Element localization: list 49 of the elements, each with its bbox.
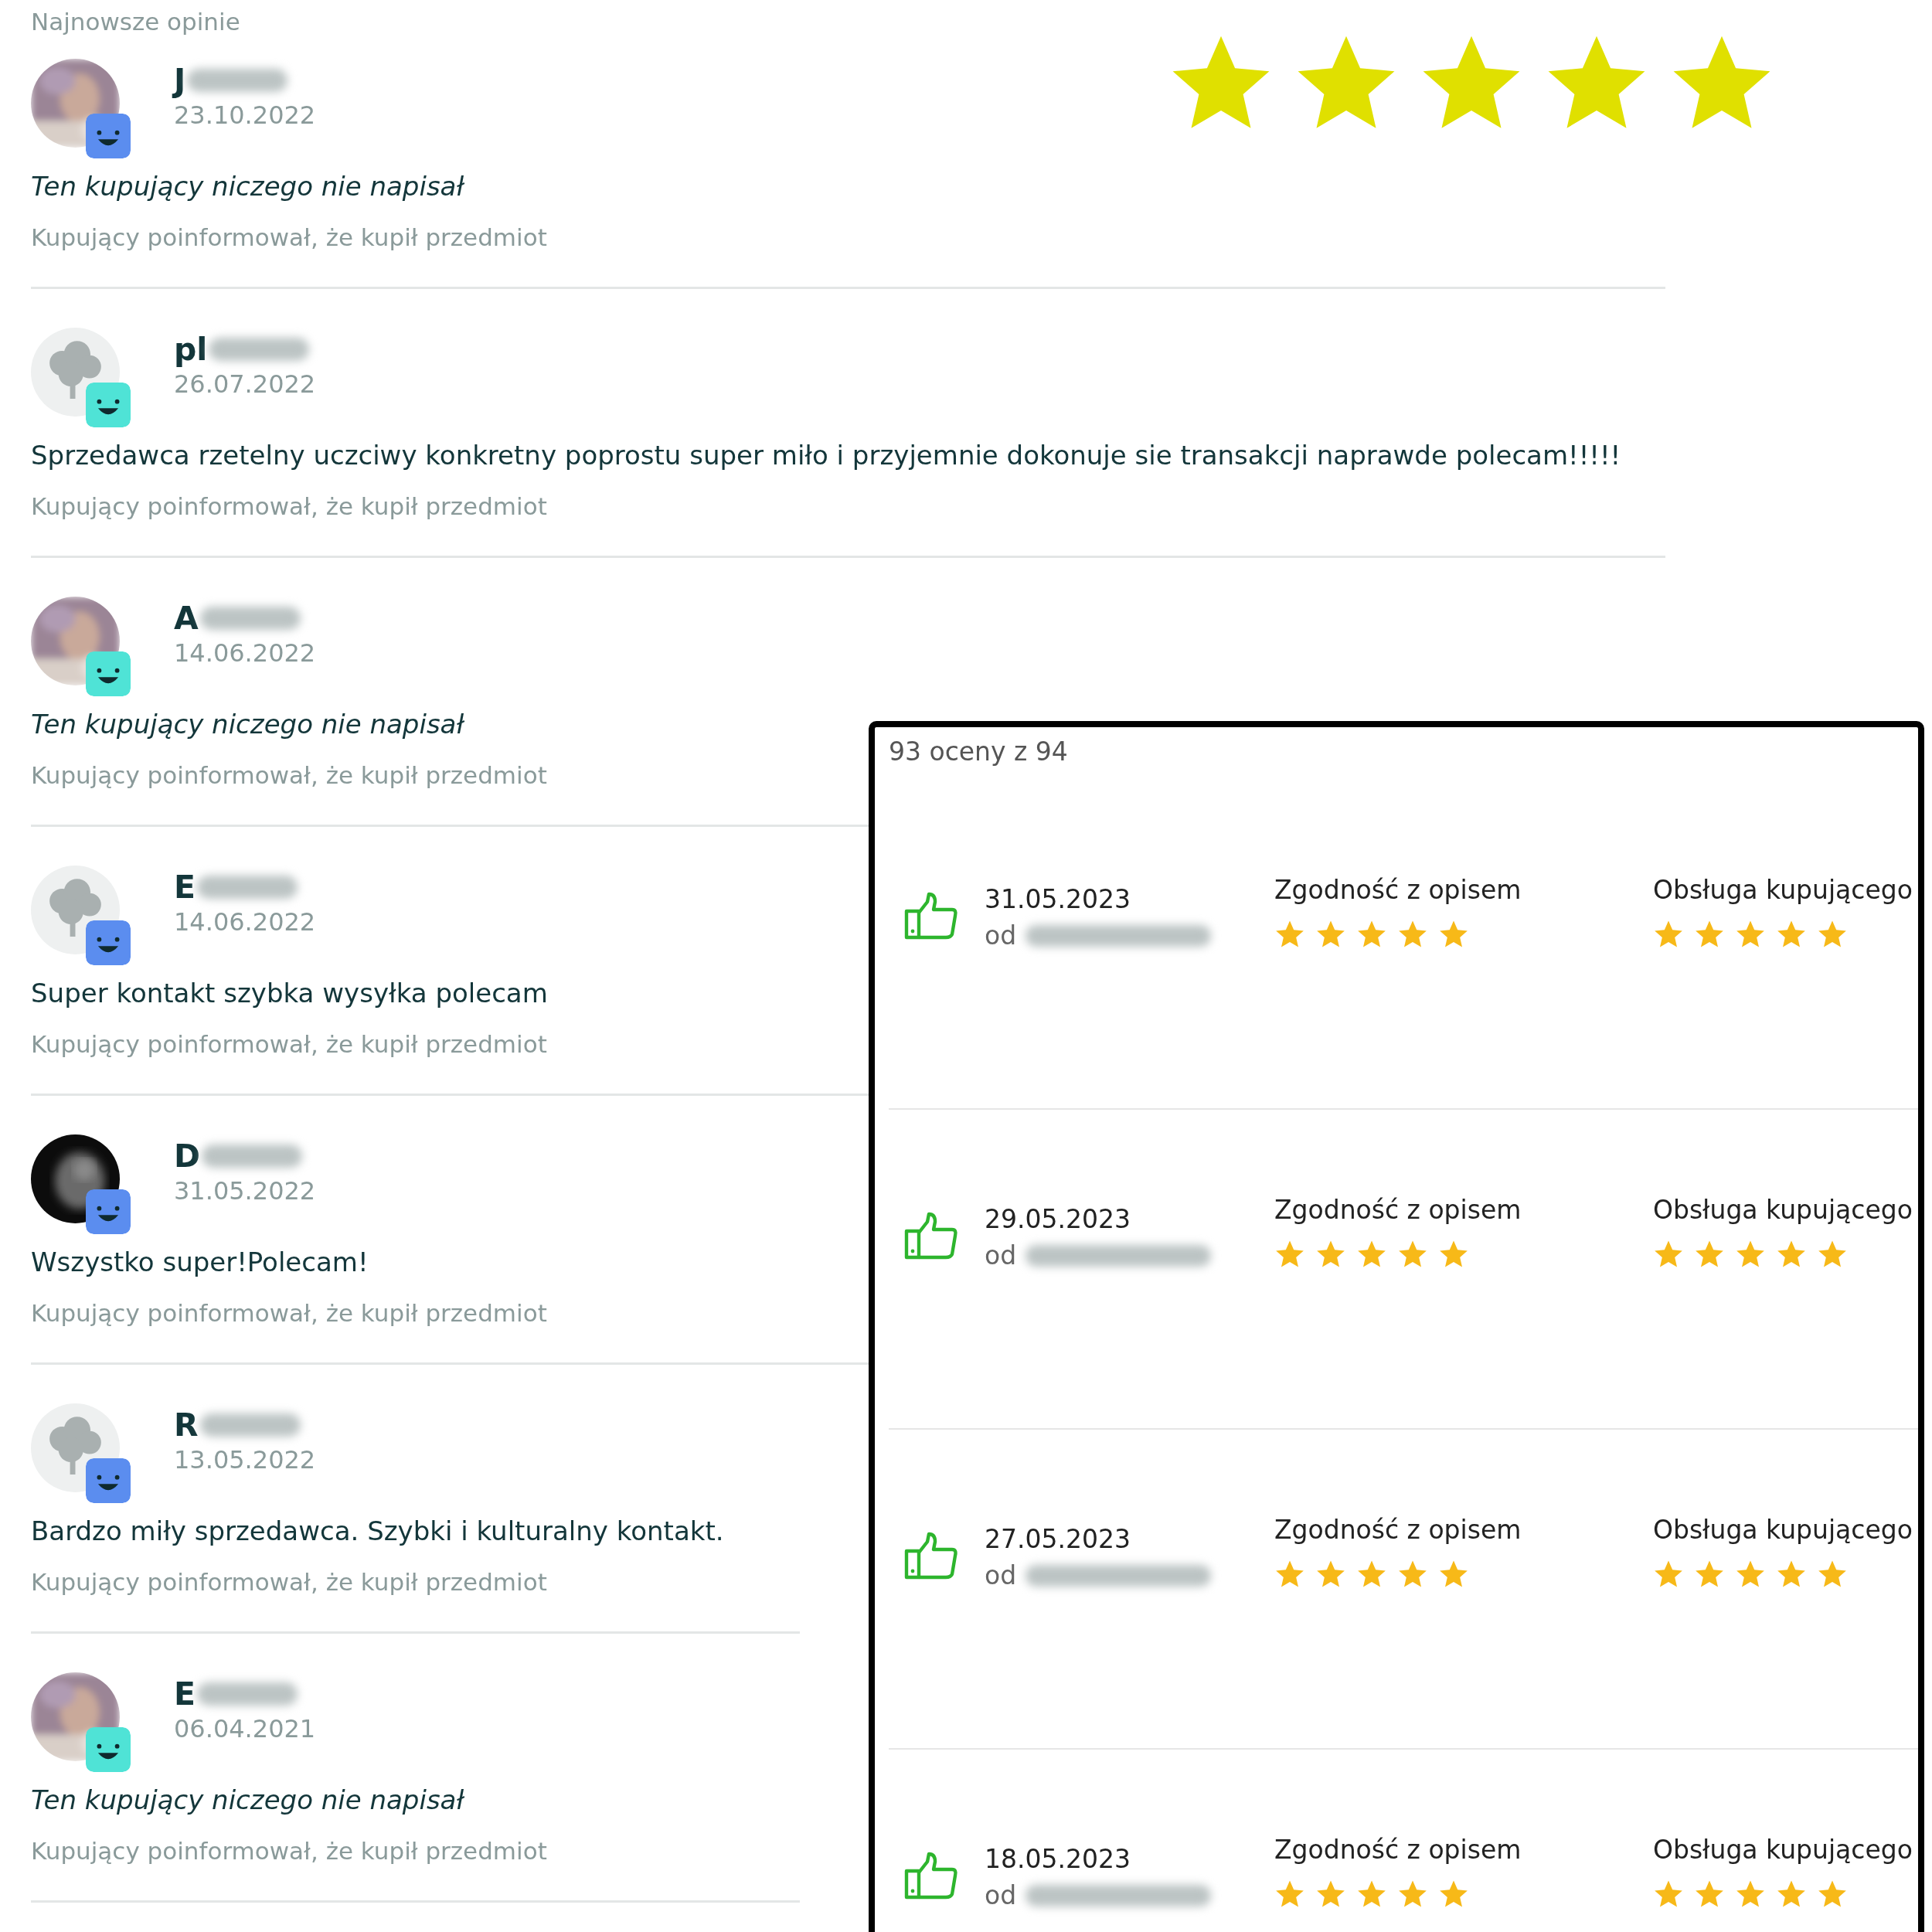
rating-label: Zgodność z opisem bbox=[1274, 1835, 1522, 1865]
thumbs-up-icon bbox=[904, 1530, 960, 1581]
review-date: 23.10.2022 bbox=[174, 100, 316, 130]
review-date: 26.07.2022 bbox=[174, 369, 316, 399]
rater-label: od bbox=[985, 1240, 1017, 1270]
ratings-count: 93 oceny z 94 bbox=[889, 736, 1069, 767]
rater-label: od bbox=[985, 1880, 1017, 1910]
review-comment: Sprzedawca rzetelny uczciwy konkretny poprostu super miło i przyjemnie dokonuje sie transakcji naprawde polecam!!!!! bbox=[31, 440, 1621, 471]
purchase-note: Kupujący poinformował, że kupił przedmiot bbox=[31, 1568, 547, 1596]
purchase-note: Kupujący poinformował, że kupił przedmiot bbox=[31, 223, 547, 251]
review-date: 31.05.2022 bbox=[174, 1176, 316, 1206]
reviewer-name: D bbox=[174, 1138, 201, 1175]
review-comment: Super kontakt szybka wysyłka polecam bbox=[31, 978, 548, 1009]
purchase-note: Kupujący poinformował, że kupił przedmiot bbox=[31, 1030, 547, 1058]
reviewer-name: E bbox=[174, 869, 196, 906]
review-comment: Ten kupujący niczego nie napisał bbox=[31, 171, 464, 202]
rating-label: Obsługa kupującego bbox=[1653, 1515, 1913, 1545]
review-comment: Ten kupujący niczego nie napisał bbox=[31, 1784, 464, 1815]
rater-label: od bbox=[985, 920, 1017, 951]
rating-date: 31.05.2023 bbox=[985, 884, 1131, 914]
review-date: 06.04.2021 bbox=[174, 1714, 316, 1743]
reviewer-name: pl bbox=[174, 331, 208, 368]
review-comment: Ten kupujący niczego nie napisał bbox=[31, 709, 464, 740]
review-comment: Wszystko super!Polecam! bbox=[31, 1247, 369, 1277]
rating-label: Zgodność z opisem bbox=[1274, 875, 1522, 905]
review-comment: Bardzo miły sprzedawca. Szybki i kulturalny kontakt. bbox=[31, 1515, 724, 1546]
thumbs-up-icon bbox=[904, 890, 960, 941]
rating-label: Obsługa kupującego bbox=[1653, 1195, 1913, 1225]
rating-date: 29.05.2023 bbox=[985, 1204, 1131, 1234]
rating-label: Obsługa kupującego bbox=[1653, 875, 1913, 905]
rating-date: 27.05.2023 bbox=[985, 1524, 1131, 1554]
rating-label: Zgodność z opisem bbox=[1274, 1515, 1522, 1545]
purchase-note: Kupujący poinformował, że kupił przedmiot bbox=[31, 761, 547, 789]
rating-date: 18.05.2023 bbox=[985, 1844, 1131, 1874]
rater-label: od bbox=[985, 1560, 1017, 1590]
rating-label: Obsługa kupującego bbox=[1653, 1835, 1913, 1865]
review-date: 14.06.2022 bbox=[174, 638, 316, 668]
review-date: 13.05.2022 bbox=[174, 1445, 316, 1475]
reviewer-name: A bbox=[174, 600, 199, 637]
rating-label: Zgodność z opisem bbox=[1274, 1195, 1522, 1225]
review-date: 14.06.2022 bbox=[174, 907, 316, 937]
reviewer-name: E bbox=[174, 1675, 196, 1713]
thumbs-up-icon bbox=[904, 1210, 960, 1261]
reviewer-name: R bbox=[174, 1406, 199, 1444]
section-heading: Najnowsze opinie bbox=[31, 8, 241, 36]
purchase-note: Kupujący poinformował, że kupił przedmiot bbox=[31, 1837, 547, 1865]
purchase-note: Kupujący poinformował, że kupił przedmiot bbox=[31, 492, 547, 520]
thumbs-up-icon bbox=[904, 1850, 960, 1901]
purchase-note: Kupujący poinformował, że kupił przedmiot bbox=[31, 1299, 547, 1327]
